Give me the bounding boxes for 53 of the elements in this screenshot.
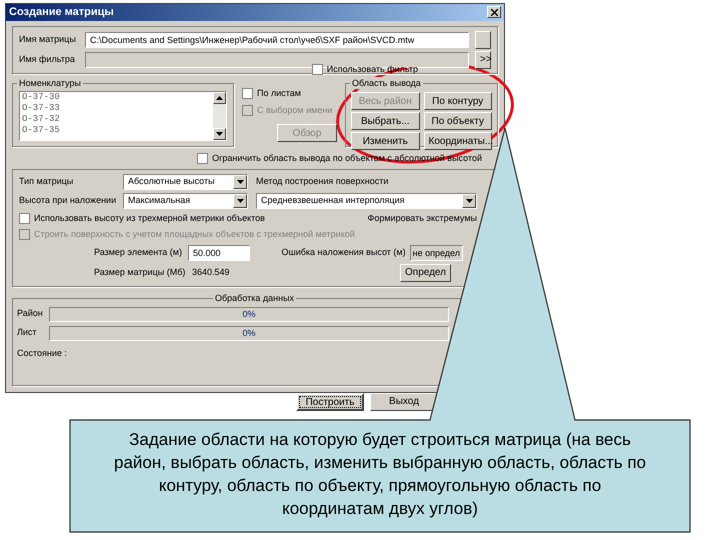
group-title: Область вывода (350, 77, 423, 89)
dropdown[interactable]: Абсолютные высоты (123, 174, 248, 190)
dropdown[interactable]: Средневзвешенная интерполяция (256, 192, 477, 208)
caret-icon (466, 198, 472, 202)
input-field[interactable]: C:\Documents and Settings\Инженер\Рабочий стол\учеб\SXF район\SVCD.mtw (85, 32, 469, 48)
checkbox-label: По листам (257, 87, 301, 100)
field-value: 3640.549 (191, 266, 231, 279)
field-label: Имя фильтра (19, 52, 76, 66)
scrollbar[interactable] (213, 92, 226, 140)
field-label: Метод построения поверхности (256, 174, 388, 188)
field-label: Район (17, 307, 44, 320)
field-label: Имя матрицы (19, 32, 77, 46)
field-label: Тип матрицы (19, 174, 74, 188)
callout-text: Задание области на которую будет строиться матрица (на весь район, выбрать область, изменить выбранную область, область по контуру, область по объекту, прямоугольную область по координатам двух углов) (112, 429, 648, 520)
checkbox-label: С выбором имени (257, 104, 332, 117)
button[interactable]: Выбрать... (351, 112, 420, 130)
button[interactable]: По контуру (424, 92, 492, 110)
caret-icon (236, 198, 244, 202)
browse-button[interactable] (475, 30, 491, 48)
list-item[interactable]: O-37-32 (22, 114, 213, 125)
scroll-up-icon[interactable] (216, 96, 223, 100)
field-label: Высота при наложении (19, 194, 118, 207)
close-icon[interactable] (487, 6, 501, 18)
button[interactable]: Построить (296, 392, 364, 410)
field-label: Ошибка наложения высот (м) (281, 246, 406, 259)
input-field[interactable] (85, 52, 469, 68)
list-item[interactable]: O-37-35 (22, 125, 213, 136)
button[interactable]: По объекту (424, 112, 492, 130)
option-label: Формировать экстремумы (368, 212, 477, 225)
button[interactable]: Определ (400, 264, 451, 282)
checkbox[interactable] (242, 88, 253, 100)
status-label: Состояние : (17, 346, 68, 360)
field-label: Размер матрицы (Мб) (94, 266, 184, 279)
group-title: Номенклатуры (17, 77, 83, 89)
window-title: Создание матрицы (9, 5, 114, 20)
checkbox[interactable] (19, 212, 30, 224)
caret-icon (236, 180, 244, 184)
checkbox-label: Строить поверхность с учетом площадных объектов с трехмерной метрикой (34, 228, 355, 241)
field-label: Размер элемента (м) (94, 246, 183, 259)
checkbox[interactable] (197, 153, 208, 164)
dropdown[interactable]: Максимальная (123, 192, 248, 208)
input-field[interactable]: не определ (410, 244, 463, 260)
checkbox-label: Использовать высоту из трехмерной метрики объектов (34, 212, 265, 225)
field-label: Лист (17, 326, 38, 340)
scroll-down-icon[interactable] (216, 132, 223, 136)
list-item[interactable]: O-37-33 (22, 103, 213, 114)
list-box[interactable]: O-37-30 O-37-33 O-37-32 O-37-35 (19, 91, 227, 141)
progress-reading: 0% (242, 308, 256, 320)
group-title: Обработка данных (213, 292, 296, 304)
input-field[interactable]: 50.000 (188, 244, 250, 260)
button[interactable]: Изменить (351, 132, 420, 150)
list-item[interactable]: O-37-30 (22, 92, 213, 103)
progress-reading: 0% (242, 326, 256, 340)
